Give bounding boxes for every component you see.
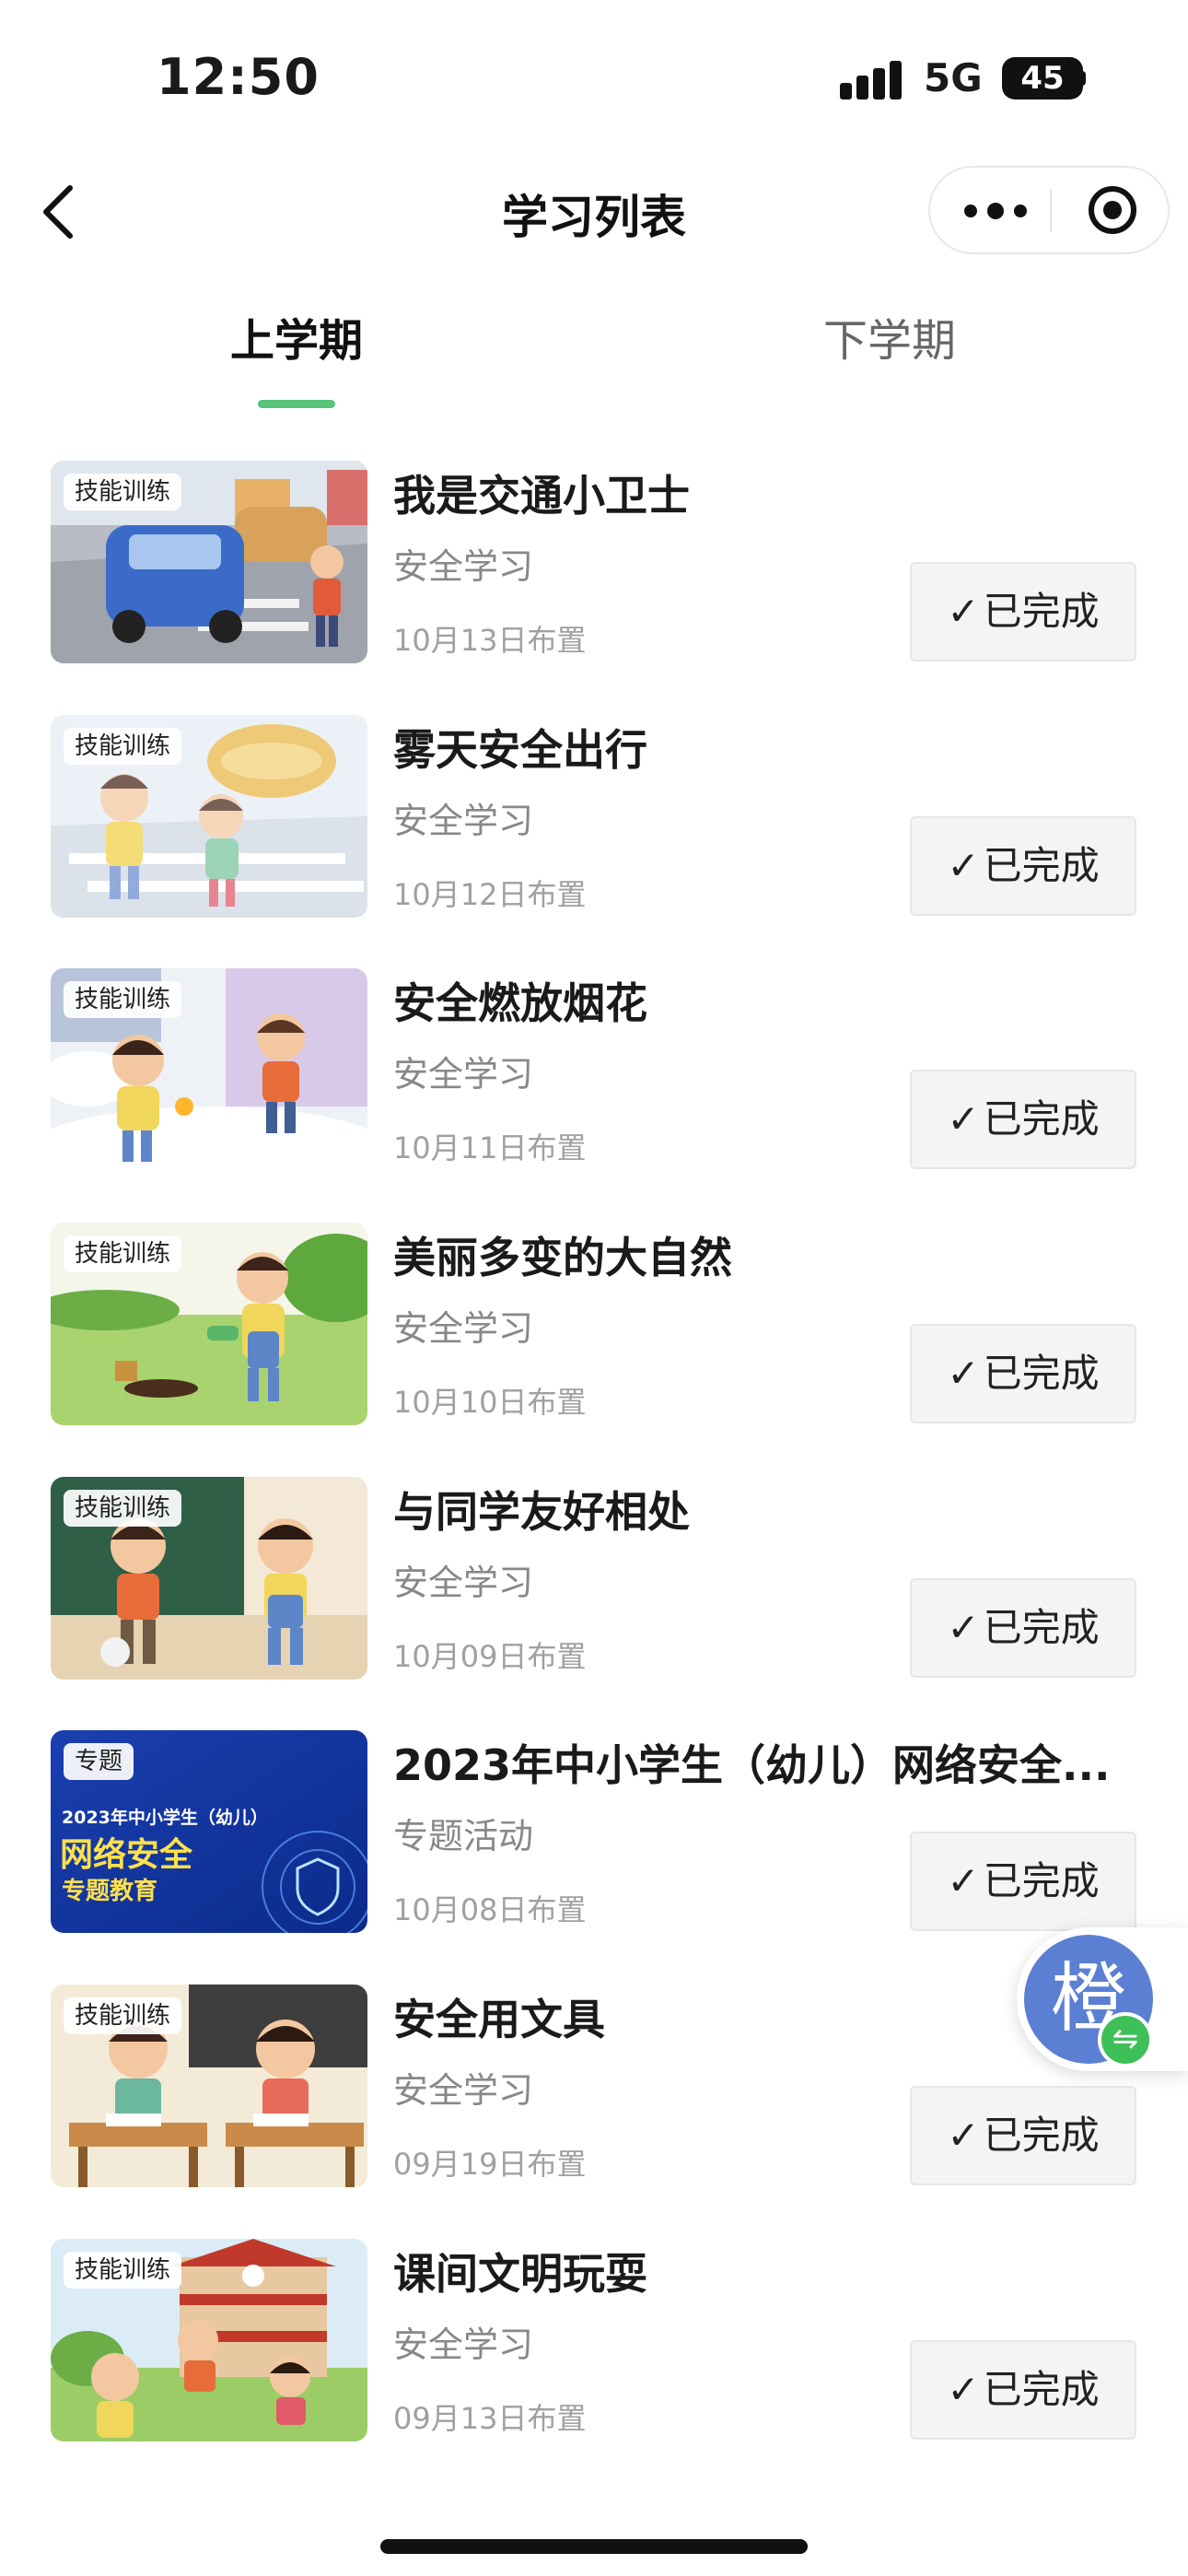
list-item[interactable]: 技能训练 与同学友好相处 安全学习 10月09日布置 ✓已完成 — [0, 1475, 1188, 1729]
recess-play-thumbnail: 技能训练 — [51, 2238, 367, 2441]
status-label: 已完成 — [983, 589, 1100, 634]
list-item[interactable]: 技能训练 我是交通小卫士 安全学习 10月13日布置 ✓已完成 — [0, 459, 1188, 713]
more-dot-icon — [1014, 205, 1027, 217]
thumbnail-tag: 专题 — [64, 1743, 134, 1781]
item-date: 10月12日布置 — [393, 876, 587, 912]
thumbnail-tag: 技能训练 — [64, 474, 182, 510]
status-label: 已完成 — [983, 1096, 1100, 1142]
network-security-thumbnail: 专题 2023年中小学生（幼儿） 网络安全 专题教育 — [51, 1730, 367, 1934]
item-date: 10月10日布置 — [393, 1385, 587, 1421]
list-item[interactable]: 技能训练 美丽多变的大自然 安全学习 10月10日布置 ✓已完成 — [0, 1221, 1188, 1475]
item-date: 09月19日布置 — [393, 2147, 587, 2183]
list-item[interactable]: 专题 2023年中小学生（幼儿） 网络安全 专题教育 2023年中小学生（幼儿）… — [0, 1728, 1188, 1983]
check-icon: ✓ — [947, 2366, 980, 2412]
item-category: 安全学习 — [393, 1308, 534, 1350]
home-indicator — [380, 2539, 808, 2554]
close-miniprogram-button[interactable] — [1052, 168, 1170, 252]
check-icon: ✓ — [947, 842, 980, 888]
completed-button[interactable]: ✓已完成 — [910, 2339, 1136, 2440]
status-label: 已完成 — [983, 1351, 1100, 1397]
status-label: 已完成 — [983, 1858, 1100, 1904]
completed-button[interactable]: ✓已完成 — [910, 815, 1136, 916]
item-title: 安全燃放烟花 — [393, 978, 647, 1029]
battery-icon: 45 — [1002, 57, 1083, 100]
more-dot-icon — [987, 203, 1004, 219]
fireworks-thumbnail: 技能训练 — [51, 968, 367, 1172]
tab-first-semester[interactable]: 上学期 — [149, 304, 444, 405]
thumbnail-tag: 技能训练 — [64, 2251, 182, 2289]
item-date: 10月13日布置 — [393, 623, 587, 658]
list-item[interactable]: 技能训练 安全燃放烟花 安全学习 10月11日布置 ✓已完成 — [0, 966, 1188, 1221]
thumbnail-caption-small: 2023年中小学生（幼儿） — [62, 1808, 268, 1829]
item-category: 安全学习 — [393, 2070, 534, 2112]
item-title: 美丽多变的大自然 — [393, 1233, 732, 1283]
item-category: 安全学习 — [393, 1054, 534, 1095]
thumbnail-caption-large: 网络安全 — [60, 1836, 193, 1875]
more-button[interactable] — [930, 168, 1050, 252]
tab-second-semester[interactable]: 下学期 — [742, 304, 1037, 405]
check-icon: ✓ — [947, 1858, 980, 1904]
completed-button[interactable]: ✓已完成 — [910, 2086, 1136, 2186]
list-item[interactable]: 技能训练 安全用文具 安全学习 09月19日布置 ✓已完成 — [0, 1983, 1188, 2237]
active-tab-indicator — [258, 400, 335, 408]
status-bar: 12:50 5G 45 — [0, 0, 1188, 157]
status-label: 已完成 — [983, 2113, 1100, 2159]
item-category: 专题活动 — [393, 1816, 534, 1857]
item-date: 10月09日布置 — [393, 1638, 587, 1674]
battery-tip — [1079, 71, 1086, 86]
study-list: 技能训练 我是交通小卫士 安全学习 10月13日布置 ✓已完成 技能训练 雾天安… — [0, 459, 1188, 2491]
thumbnail-caption-sub: 专题教育 — [62, 1878, 158, 1906]
item-category: 安全学习 — [393, 800, 534, 841]
item-category: 安全学习 — [393, 2324, 534, 2365]
status-label: 已完成 — [983, 842, 1100, 888]
traffic-scene-thumbnail: 技能训练 — [51, 461, 367, 663]
switch-icon: ⇋ — [1098, 2012, 1153, 2067]
item-date: 09月13日布置 — [393, 2400, 587, 2436]
item-title: 与同学友好相处 — [393, 1486, 690, 1537]
completed-button[interactable]: ✓已完成 — [910, 1832, 1136, 1932]
network-type: 5G — [924, 55, 983, 100]
target-icon-center — [1103, 201, 1122, 219]
signal-icon — [840, 59, 914, 100]
completed-button[interactable]: ✓已完成 — [910, 1070, 1136, 1170]
check-icon: ✓ — [947, 1351, 980, 1397]
item-title: 课间文明玩耍 — [393, 2248, 647, 2299]
item-date: 10月11日布置 — [393, 1130, 587, 1166]
thumbnail-tag: 技能训练 — [64, 1997, 182, 2035]
thumbnail-tag: 技能训练 — [64, 727, 182, 765]
status-time: 12:50 — [157, 48, 320, 106]
classmates-thumbnail: 技能训练 — [51, 1476, 367, 1680]
status-label: 已完成 — [983, 1604, 1100, 1650]
completed-button[interactable]: ✓已完成 — [910, 1324, 1136, 1424]
status-label: 已完成 — [983, 2366, 1100, 2412]
item-category: 安全学习 — [393, 546, 534, 587]
check-icon: ✓ — [947, 1096, 980, 1142]
check-icon: ✓ — [947, 1604, 980, 1650]
item-title: 雾天安全出行 — [393, 724, 647, 775]
nature-thumbnail: 技能训练 — [51, 1223, 367, 1426]
mini-program-capsule — [928, 166, 1170, 254]
item-title: 我是交通小卫士 — [393, 471, 690, 521]
completed-button[interactable]: ✓已完成 — [910, 562, 1136, 662]
thumbnail-tag: 技能训练 — [64, 981, 182, 1019]
check-icon: ✓ — [947, 589, 980, 634]
completed-button[interactable]: ✓已完成 — [910, 1577, 1136, 1678]
item-category: 安全学习 — [393, 1562, 534, 1603]
thumbnail-tag: 技能训练 — [64, 1235, 182, 1273]
list-item[interactable]: 技能训练 雾天安全出行 安全学习 10月12日布置 ✓已完成 — [0, 713, 1188, 967]
item-date: 10月08日布置 — [393, 1892, 587, 1928]
check-icon: ✓ — [947, 2113, 980, 2159]
thumbnail-tag: 技能训练 — [64, 1489, 182, 1527]
list-item[interactable]: 技能训练 课间文明玩耍 安全学习 09月13日布置 ✓已完成 — [0, 2237, 1188, 2491]
stationery-thumbnail: 技能训练 — [51, 1985, 367, 2188]
more-dot-icon — [964, 205, 977, 217]
foggy-crossing-thumbnail: 技能训练 — [51, 714, 367, 918]
item-title: 2023年中小学生（幼儿）网络安全... — [393, 1740, 1111, 1791]
